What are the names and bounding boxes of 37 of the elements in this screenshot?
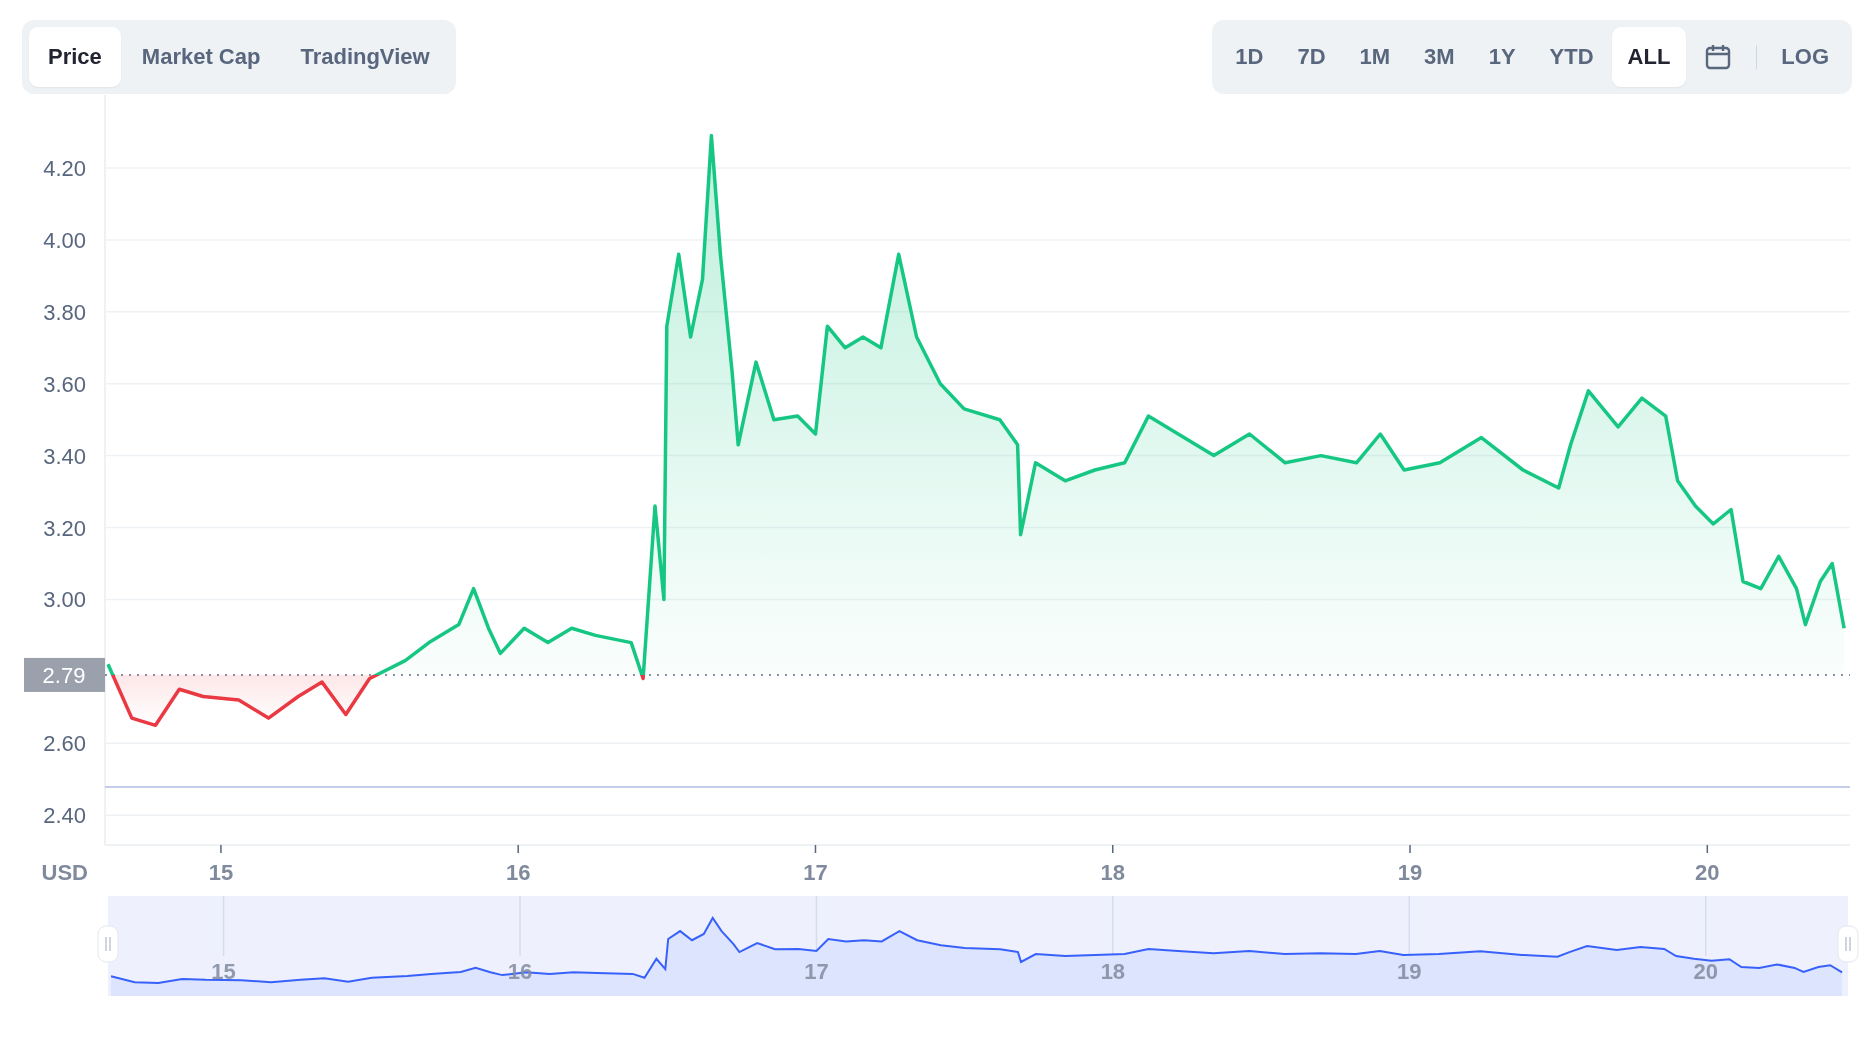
- y-axis-label: 3.00: [43, 587, 86, 613]
- y-axis-label: 2.60: [43, 731, 86, 757]
- range-button[interactable]: 1D: [1219, 27, 1280, 87]
- range-button[interactable]: YTD: [1533, 27, 1610, 87]
- x-axis-label: 15: [208, 860, 234, 885]
- view-tab[interactable]: TradingView: [281, 27, 449, 87]
- y-axis-label: 3.80: [43, 299, 86, 325]
- x-axis-label: 17: [803, 860, 828, 885]
- navigator-label: 17: [804, 959, 829, 984]
- view-tab[interactable]: Market Cap: [122, 27, 280, 87]
- navigator-label: 15: [211, 959, 236, 984]
- y-axis-label: 3.40: [43, 443, 86, 469]
- calendar-icon: [1704, 43, 1733, 71]
- range-button[interactable]: 3M: [1408, 27, 1471, 87]
- y-axis-label: 2.40: [43, 803, 86, 829]
- y-axis-label: 3.60: [43, 371, 86, 397]
- range-handle[interactable]: [97, 925, 119, 963]
- x-axis-label: 19: [1397, 860, 1423, 885]
- x-axis-label: 16: [505, 860, 531, 885]
- y-axis-label: 3.20: [43, 515, 86, 541]
- ref-line-label: 2.79: [42, 662, 86, 688]
- x-axis-label: 20: [1695, 860, 1720, 885]
- range-button[interactable]: 1M: [1343, 27, 1407, 87]
- range-button[interactable]: 1Y: [1472, 27, 1532, 87]
- navigator-label: 20: [1693, 959, 1718, 984]
- navigator-label: 18: [1100, 959, 1126, 984]
- navigator-label: 19: [1397, 959, 1422, 984]
- x-axis-label: 18: [1100, 860, 1125, 885]
- y-axis-label: 4.00: [43, 227, 86, 253]
- baseline-value-tag: 2.79: [24, 657, 105, 692]
- range-button[interactable]: 7D: [1281, 27, 1342, 87]
- currency-label: USD: [41, 860, 88, 885]
- range-button[interactable]: LOG: [1765, 27, 1845, 87]
- range-button[interactable]: ALL: [1611, 27, 1687, 87]
- view-tab[interactable]: Price: [29, 27, 121, 87]
- range-handle[interactable]: [1837, 925, 1859, 963]
- y-axis-label: 4.20: [43, 156, 86, 181]
